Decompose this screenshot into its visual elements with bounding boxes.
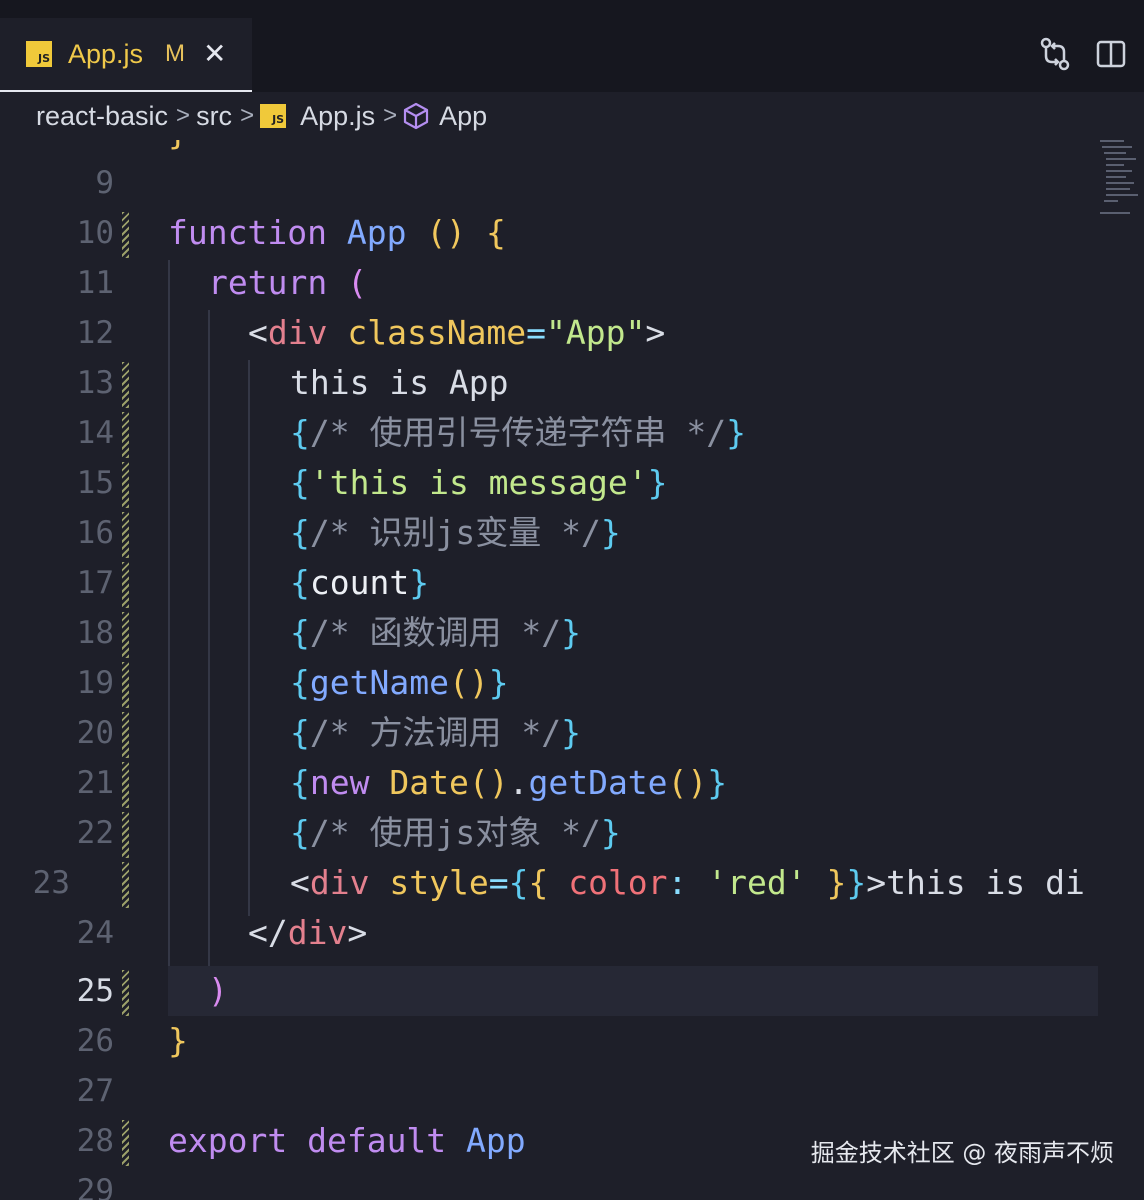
close-icon[interactable]: ✕ [203, 40, 226, 68]
code-line: 29 [0, 1166, 1144, 1200]
code-content: {getName()} [290, 663, 509, 702]
git-change-marker [122, 562, 129, 608]
code-line: 26 } [0, 1016, 1144, 1066]
breadcrumb-src[interactable]: src [196, 101, 232, 132]
git-change-marker [122, 512, 129, 558]
code-line: 9 [0, 158, 1144, 208]
code-line: 20 {/* 方法调用 */} [0, 708, 1144, 758]
code-line: 12 <div className="App"> [0, 308, 1144, 358]
breadcrumb-react-basic[interactable]: react-basic [36, 101, 168, 132]
line-number: 11 [76, 265, 114, 301]
line-number: 15 [76, 465, 114, 501]
breadcrumb-app-symbol[interactable]: App [439, 101, 487, 132]
code-line: 19 {getName()} [0, 658, 1144, 708]
git-change-marker [122, 212, 129, 258]
code-content: export default App [168, 1121, 526, 1160]
code-content: {/* 使用引号传递字符串 */} [290, 413, 746, 452]
code-content: </div> [248, 913, 368, 952]
tab-title: App.js [68, 38, 144, 69]
line-number: 27 [76, 1073, 114, 1109]
code-line: 15 {'this is message'} [0, 458, 1144, 508]
line-number: 13 [76, 365, 114, 401]
code-content: ) [208, 971, 228, 1010]
git-change-marker [122, 762, 129, 808]
code-content: this is App [290, 363, 509, 402]
line-number: 26 [76, 1023, 114, 1059]
git-change-marker [122, 462, 129, 508]
line-number: 16 [76, 515, 114, 551]
chevron-right-icon: > [176, 102, 191, 129]
code-line: 23 <div style={{ color: 'red' }}>this is… [0, 858, 1100, 908]
minimap[interactable] [1098, 136, 1142, 218]
chevron-right-icon: > [240, 102, 255, 129]
breadcrumb: react-basic > src > JS App.js > App [0, 92, 1144, 140]
line-number: 20 [76, 715, 114, 751]
code-line: 14 {/* 使用引号传递字符串 */} [0, 408, 1144, 458]
code-line: } [0, 140, 1144, 158]
git-change-marker [122, 1120, 129, 1166]
line-number: 18 [76, 615, 114, 651]
git-change-marker [122, 812, 129, 858]
code-editor[interactable]: } 9 10 function App () { 11 return ( 12 … [0, 140, 1144, 1200]
line-number: 12 [76, 315, 114, 351]
line-number: 21 [76, 765, 114, 801]
code-content: {'this is message'} [290, 463, 668, 502]
line-number: 24 [76, 915, 114, 951]
line-number: 14 [76, 415, 114, 451]
modified-indicator: M [165, 40, 186, 67]
code-content: <div className="App"> [248, 313, 666, 352]
line-number: 29 [76, 1173, 114, 1200]
tab-app-js[interactable]: JS App.js M ✕ [0, 18, 252, 92]
code-line: 16 {/* 识别js变量 */} [0, 508, 1144, 558]
code-line: 24 </div> [0, 908, 1144, 958]
git-change-marker [122, 712, 129, 758]
symbol-class-icon [404, 102, 429, 130]
editor-tab-bar: JS App.js M ✕ [0, 0, 1144, 92]
breadcrumb-app-js[interactable]: App.js [300, 101, 375, 132]
line-number: 23 [32, 865, 70, 901]
git-change-marker [122, 412, 129, 458]
code-line: 17 {count} [0, 558, 1144, 608]
code-line: 21 {new Date().getDate()} [0, 758, 1144, 808]
code-content: function App () { [168, 213, 506, 252]
code-line: 10 function App () { [0, 208, 1144, 258]
code-content: {count} [290, 563, 430, 602]
code-line-active: 25 ) [0, 966, 1144, 1016]
code-content: } [168, 1021, 188, 1060]
code-content: {/* 方法调用 */} [290, 713, 581, 752]
code-line: 18 {/* 函数调用 */} [0, 608, 1144, 658]
line-number: 10 [76, 215, 114, 251]
js-file-icon: JS [26, 41, 52, 67]
code-content: {new Date().getDate()} [290, 763, 728, 802]
line-number: 25 [76, 973, 114, 1009]
code-content: {/* 使用js对象 */} [290, 813, 621, 852]
line-number: 19 [76, 665, 114, 701]
code-content: <div style={{ color: 'red' }}>this is di [290, 863, 1085, 902]
code-line: 13 this is App [0, 358, 1144, 408]
js-file-icon: JS [260, 104, 287, 128]
git-change-marker [122, 970, 129, 1016]
code-line: 11 return ( [0, 258, 1144, 308]
split-editor-icon[interactable] [1094, 34, 1128, 74]
code-token: } [168, 140, 188, 158]
line-number: 17 [76, 565, 114, 601]
chevron-right-icon: > [383, 102, 398, 129]
line-number: 22 [76, 815, 114, 851]
watermark: 掘金技术社区 @ 夜雨声不烦 [810, 1139, 1114, 1167]
code-line: 22 {/* 使用js对象 */} [0, 808, 1144, 858]
code-content: {/* 函数调用 */} [290, 613, 581, 652]
line-number: 9 [95, 165, 114, 201]
code-content: {/* 识别js变量 */} [290, 513, 621, 552]
line-number: 28 [76, 1123, 114, 1159]
git-change-marker [122, 662, 129, 708]
git-change-marker [122, 612, 129, 658]
code-line: 27 [0, 1066, 1144, 1116]
git-change-marker [122, 362, 129, 408]
git-change-marker [122, 862, 129, 908]
git-compare-icon[interactable] [1038, 34, 1072, 74]
code-content: return ( [208, 263, 367, 302]
